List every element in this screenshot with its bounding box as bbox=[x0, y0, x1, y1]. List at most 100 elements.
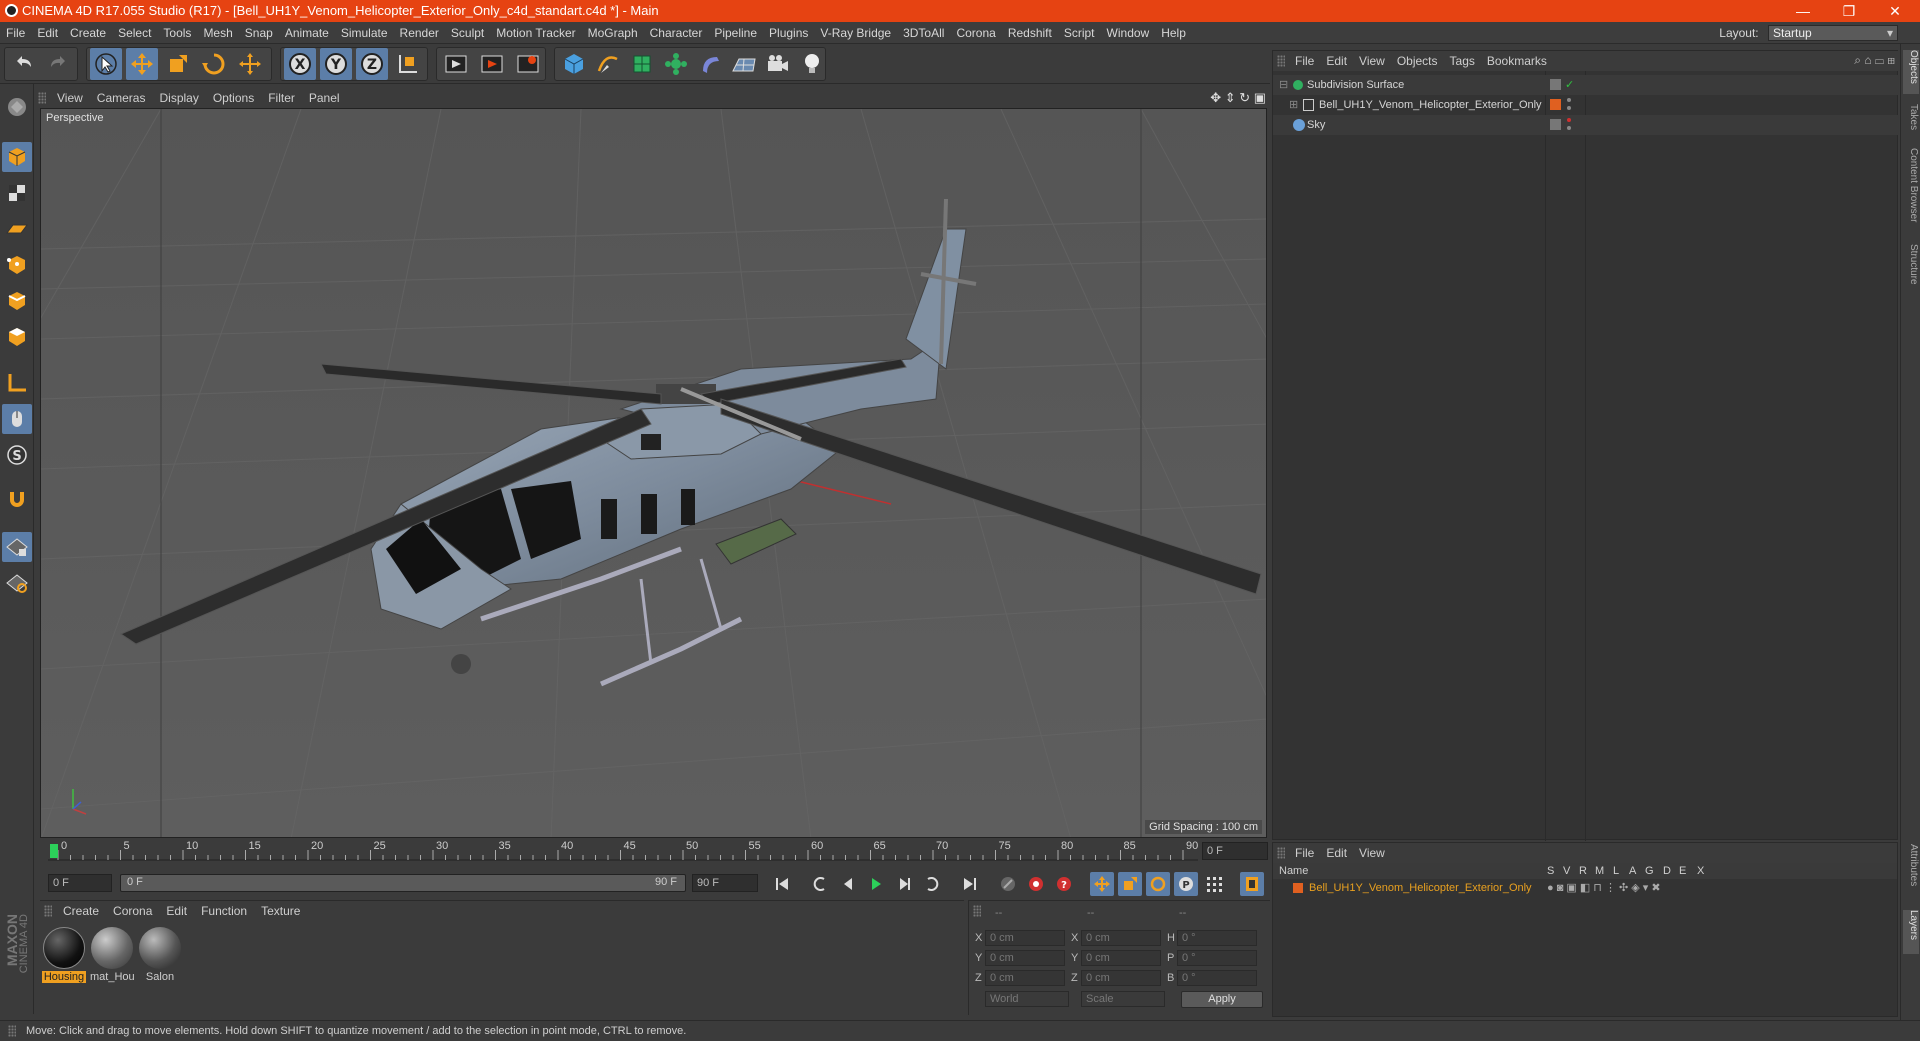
go-to-end-icon[interactable] bbox=[958, 872, 982, 896]
object-row-subdivision[interactable]: ⊟ Subdivision Surface ✓ bbox=[1273, 75, 1899, 95]
close-button[interactable]: ✕ bbox=[1872, 0, 1918, 22]
column-name[interactable]: Name bbox=[1279, 863, 1308, 879]
current-frame-field[interactable]: 0 F bbox=[1202, 842, 1268, 860]
coordinate-system-icon[interactable] bbox=[392, 48, 424, 80]
menu-mograph[interactable]: MoGraph bbox=[582, 22, 644, 44]
layer-tag-icon[interactable] bbox=[1550, 119, 1561, 130]
material-menu-function[interactable]: Function bbox=[194, 901, 254, 921]
polygons-mode-icon[interactable] bbox=[2, 322, 32, 352]
menu-plugins[interactable]: Plugins bbox=[763, 22, 814, 44]
object-menu-file[interactable]: File bbox=[1289, 51, 1320, 71]
menu-simulate[interactable]: Simulate bbox=[335, 22, 394, 44]
menu-create[interactable]: Create bbox=[64, 22, 112, 44]
edges-mode-icon[interactable] bbox=[2, 286, 32, 316]
rotation-p-field[interactable]: 0 ° bbox=[1177, 950, 1257, 966]
grid-lock-icon[interactable] bbox=[2, 532, 32, 562]
column-animation[interactable]: A bbox=[1629, 863, 1636, 879]
3d-viewport[interactable]: Perspective Grid Spacing : 100 cm bbox=[40, 108, 1267, 838]
layer-menu-edit[interactable]: Edit bbox=[1320, 843, 1353, 863]
menu-vray-bridge[interactable]: V-Ray Bridge bbox=[814, 22, 897, 44]
column-manager[interactable]: M bbox=[1595, 863, 1604, 879]
rotate-icon[interactable] bbox=[198, 48, 230, 80]
viewport-menu-options[interactable]: Options bbox=[206, 88, 261, 108]
material-swatch[interactable]: Salon bbox=[138, 927, 182, 983]
tab-structure[interactable]: Structure bbox=[1903, 244, 1919, 304]
floor-icon[interactable] bbox=[728, 48, 760, 80]
column-deformers[interactable]: D bbox=[1663, 863, 1671, 879]
menu-character[interactable]: Character bbox=[644, 22, 709, 44]
tab-objects[interactable]: Objects bbox=[1903, 50, 1919, 94]
model-mode-icon[interactable] bbox=[2, 142, 32, 172]
x-axis-icon[interactable]: X bbox=[284, 48, 316, 80]
position-z-field[interactable]: 0 cm bbox=[985, 970, 1065, 986]
subdivision-icon[interactable] bbox=[626, 48, 658, 80]
light-icon[interactable] bbox=[796, 48, 828, 80]
maximize-button[interactable]: ❐ bbox=[1826, 0, 1872, 22]
object-menu-edit[interactable]: Edit bbox=[1320, 51, 1353, 71]
viewport-menu-cameras[interactable]: Cameras bbox=[90, 88, 153, 108]
menu-select[interactable]: Select bbox=[112, 22, 157, 44]
menu-mesh[interactable]: Mesh bbox=[197, 22, 238, 44]
scale-icon[interactable] bbox=[162, 48, 194, 80]
undo-icon[interactable] bbox=[8, 48, 40, 80]
object-menu-objects[interactable]: Objects bbox=[1391, 51, 1444, 71]
layer-toggle-icons[interactable]: ● ◙ ▣ ◧ ⊓ ⋮ ✣ ◈ ▾ ✖ bbox=[1547, 879, 1661, 897]
menu-3dtoall[interactable]: 3DToAll bbox=[897, 22, 950, 44]
size-y-field[interactable]: 0 cm bbox=[1081, 950, 1161, 966]
material-swatch[interactable]: mat_Hou bbox=[90, 927, 135, 983]
redo-icon[interactable] bbox=[42, 48, 74, 80]
layer-color-icon[interactable] bbox=[1550, 99, 1561, 110]
cloner-icon[interactable] bbox=[660, 48, 692, 80]
play-forward-icon[interactable] bbox=[864, 872, 888, 896]
object-row-sky[interactable]: Sky bbox=[1273, 115, 1899, 135]
panel-grip-icon[interactable] bbox=[1277, 55, 1285, 67]
coordinate-type-dropdown[interactable]: Scale bbox=[1081, 991, 1165, 1007]
render-visibility-dot[interactable] bbox=[1567, 106, 1571, 110]
frame-range-slider[interactable]: 0 F 90 F bbox=[120, 874, 686, 892]
menu-render[interactable]: Render bbox=[394, 22, 445, 44]
menu-window[interactable]: Window bbox=[1101, 22, 1156, 44]
size-x-field[interactable]: 0 cm bbox=[1081, 930, 1161, 946]
timeline-window-icon[interactable] bbox=[1240, 872, 1264, 896]
texture-mode-icon[interactable] bbox=[2, 178, 32, 208]
menu-animate[interactable]: Animate bbox=[279, 22, 335, 44]
edit-render-settings-icon[interactable] bbox=[512, 48, 544, 80]
timeline-playhead[interactable] bbox=[50, 844, 58, 858]
menu-sculpt[interactable]: Sculpt bbox=[445, 22, 490, 44]
go-to-start-icon[interactable] bbox=[770, 872, 794, 896]
rotation-h-field[interactable]: 0 ° bbox=[1177, 930, 1257, 946]
material-menu-edit[interactable]: Edit bbox=[159, 901, 194, 921]
column-expressions[interactable]: E bbox=[1679, 863, 1686, 879]
viewport-menu-filter[interactable]: Filter bbox=[261, 88, 302, 108]
object-menu-bookmarks[interactable]: Bookmarks bbox=[1481, 51, 1553, 71]
editor-visibility-dot[interactable] bbox=[1567, 118, 1571, 122]
position-y-field[interactable]: 0 cm bbox=[985, 950, 1065, 966]
apply-button[interactable]: Apply bbox=[1181, 991, 1263, 1008]
editor-visibility-dot[interactable] bbox=[1567, 98, 1571, 102]
layer-color-swatch[interactable] bbox=[1293, 883, 1303, 893]
next-key-icon[interactable] bbox=[920, 872, 944, 896]
menu-tools[interactable]: Tools bbox=[157, 22, 197, 44]
column-view[interactable]: V bbox=[1563, 863, 1570, 879]
panel-grip-icon[interactable] bbox=[1277, 847, 1285, 859]
record-keyframe-icon[interactable] bbox=[1024, 872, 1048, 896]
panel-grip-icon[interactable] bbox=[973, 905, 981, 917]
menu-script[interactable]: Script bbox=[1058, 22, 1101, 44]
render-picture-viewer-icon[interactable] bbox=[476, 48, 508, 80]
column-xref[interactable]: X bbox=[1697, 863, 1704, 879]
object-manager-tools[interactable]: ⌕ ⌂ ▭ ⊞ bbox=[1854, 53, 1895, 68]
render-visibility-dot[interactable] bbox=[1567, 126, 1571, 130]
layer-menu-view[interactable]: View bbox=[1353, 843, 1391, 863]
viewport-menu-view[interactable]: View bbox=[50, 88, 90, 108]
panel-grip-icon[interactable] bbox=[38, 92, 46, 104]
size-z-field[interactable]: 0 cm bbox=[1081, 970, 1161, 986]
column-generators[interactable]: G bbox=[1645, 863, 1654, 879]
expand-icon[interactable]: ⊞ bbox=[1289, 95, 1298, 115]
z-axis-icon[interactable]: Z bbox=[356, 48, 388, 80]
tab-content-browser[interactable]: Content Browser bbox=[1903, 148, 1919, 238]
menu-edit[interactable]: Edit bbox=[31, 22, 64, 44]
menu-pipeline[interactable]: Pipeline bbox=[708, 22, 763, 44]
material-swatch[interactable]: Housing bbox=[42, 927, 86, 983]
key-parameter-icon[interactable]: P bbox=[1174, 872, 1198, 896]
enable-axis-icon[interactable] bbox=[2, 368, 32, 398]
